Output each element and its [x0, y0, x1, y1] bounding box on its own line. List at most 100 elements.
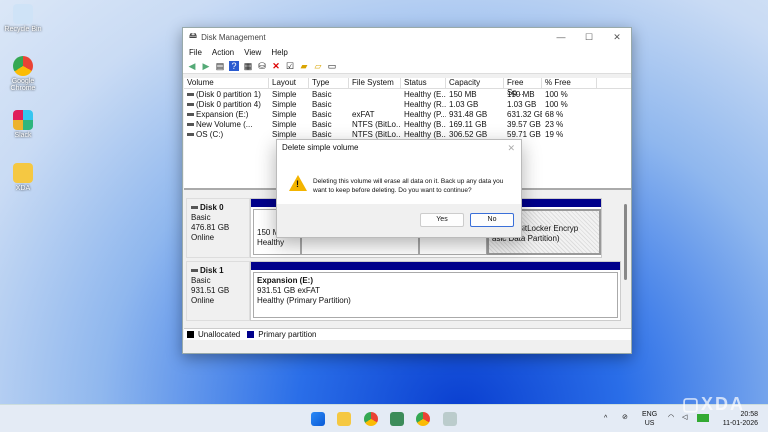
yes-button[interactable]: Yes — [420, 213, 464, 227]
cell: 19 % — [545, 130, 564, 139]
cell: Expansion (E:) — [184, 110, 269, 120]
partition-expansion-e[interactable]: Expansion (E:) 931.51 GB exFAT Healthy (Pr… — [253, 272, 618, 318]
disk-icon — [191, 206, 198, 210]
menu-action[interactable]: Action — [212, 48, 234, 57]
notifications-off-icon[interactable]: ⊘ — [622, 413, 628, 422]
start-icon[interactable] — [311, 412, 325, 426]
volume-icon — [187, 133, 194, 137]
desktop-icon-chrome[interactable]: Google Chrome — [4, 56, 42, 92]
forward-icon[interactable]: ▶ — [201, 61, 211, 71]
column-free-space[interactable]: Free Sp... — [504, 78, 542, 97]
disk-0-label[interactable]: Disk 0 Basic 476.81 GB Online — [186, 198, 250, 258]
column-layout[interactable]: Layout — [269, 78, 309, 88]
taskbar: ^ ⊘ ENG US ◠ ◁ 20:58 11-01-2026 — [0, 404, 768, 432]
cell: New Volume (... — [184, 120, 269, 130]
cell: Healthy (P... — [404, 110, 446, 119]
menu-view[interactable]: View — [244, 48, 261, 57]
title-bar: 🖴 Disk Management — ☐ ✕ — [183, 28, 631, 46]
volume-row[interactable]: (Disk 0 partition 4) Simple Basic Healthy (… — [184, 100, 631, 110]
wifi-icon[interactable]: ◠ — [668, 413, 674, 422]
column-type[interactable]: Type — [309, 78, 349, 88]
close-button[interactable]: ✕ — [603, 32, 631, 43]
battery-icon[interactable] — [697, 414, 709, 422]
cell: 150 MB — [507, 90, 535, 99]
volume-icon — [187, 123, 194, 127]
column-percent-free[interactable]: % Free — [542, 78, 597, 88]
language-indicator[interactable]: ENG US — [642, 410, 657, 428]
cell: 631.32 GB — [507, 110, 542, 119]
cell: Basic — [312, 90, 332, 99]
chrome-taskbar-icon[interactable] — [364, 412, 378, 426]
legend: Unallocated Primary partition — [184, 328, 631, 340]
desktop-icon-xda[interactable]: XDA — [4, 163, 42, 192]
file-explorer-icon[interactable] — [337, 412, 351, 426]
cell: Basic — [312, 100, 332, 109]
unallocated-swatch — [187, 331, 194, 338]
cell: OS (C:) — [184, 130, 269, 140]
disk-management-icon: 🖴 — [189, 31, 198, 40]
dialog-close-icon[interactable]: ✕ — [507, 143, 515, 154]
folder-icon — [13, 163, 33, 183]
minimize-button[interactable]: — — [547, 32, 575, 43]
cell: 1.03 GB — [507, 100, 537, 109]
toolbar: ◀ ▶ ▤ ? ▦ ⛁ ✕ ☑ ▰ ▱ ▭ — [183, 59, 631, 74]
console-tree-icon[interactable]: ▤ — [215, 61, 225, 71]
show-hidden-icons[interactable]: ^ — [604, 414, 607, 423]
volume-row[interactable]: New Volume (... Simple Basic NTFS (BitLo...… — [184, 120, 631, 130]
cell: (Disk 0 partition 1) — [184, 90, 269, 100]
disk-1-label[interactable]: Disk 1 Basic 931.51 GB Online — [186, 261, 250, 321]
cell: 100 % — [545, 100, 568, 109]
dialog-message: Deleting this volume will erase all data… — [313, 178, 504, 194]
volume-list-header: Volume Layout Type File System Status Ca… — [184, 78, 631, 97]
notepad-icon[interactable] — [390, 412, 404, 426]
column-file-system[interactable]: File System — [349, 78, 401, 88]
column-volume[interactable]: Volume — [184, 78, 269, 88]
help-icon[interactable]: ? — [229, 61, 239, 71]
column-capacity[interactable]: Capacity — [446, 78, 504, 88]
dialog-title: Delete simple volume — [282, 143, 359, 152]
column-status[interactable]: Status — [401, 78, 446, 88]
xda-watermark: ▢XDA — [682, 394, 746, 414]
view-icon[interactable]: ▭ — [327, 61, 337, 71]
delete-volume-dialog: Delete simple volume ✕ ! Deleting this v… — [276, 139, 522, 238]
cell: Simple — [272, 90, 297, 99]
check-icon[interactable]: ☑ — [285, 61, 295, 71]
cell: Basic — [312, 120, 332, 129]
connect-disk-icon[interactable]: ⛁ — [257, 61, 267, 71]
cell: exFAT — [352, 110, 375, 119]
folder-icon[interactable]: ▰ — [299, 61, 309, 71]
no-button[interactable]: No — [470, 213, 514, 227]
menu-file[interactable]: File — [189, 48, 202, 57]
menu-help[interactable]: Help — [271, 48, 287, 57]
disk-management-taskbar-icon[interactable] — [443, 412, 457, 426]
back-icon[interactable]: ◀ — [187, 61, 197, 71]
cell: 1.03 GB — [449, 100, 479, 109]
cell: Simple — [272, 110, 297, 119]
primary-partition-swatch — [247, 331, 255, 338]
chrome-icon — [13, 56, 33, 76]
menu-bar: File Action View Help — [183, 46, 631, 59]
maximize-button[interactable]: ☐ — [575, 32, 603, 43]
vertical-scrollbar[interactable] — [624, 204, 627, 280]
window-title: Disk Management — [201, 32, 266, 42]
volume-row[interactable]: Expansion (E:) Simple Basic exFAT Healthy (P… — [184, 110, 631, 120]
cell — [349, 100, 401, 110]
cell: NTFS (BitLo... — [352, 120, 401, 129]
warning-icon: ! — [289, 175, 307, 191]
disk-icon — [191, 269, 198, 273]
disk-1-partitions: Expansion (E:) 931.51 GB exFAT Healthy (Pr… — [250, 261, 621, 321]
desktop-icon-slack[interactable]: Slack — [4, 110, 42, 139]
cell: Simple — [272, 120, 297, 129]
delete-icon[interactable]: ✕ — [271, 61, 281, 71]
volume-row[interactable]: (Disk 0 partition 1) Simple Basic Healthy (… — [184, 90, 631, 100]
properties-icon[interactable]: ▦ — [243, 61, 253, 71]
chrome-profile-icon[interactable] — [416, 412, 430, 426]
cell: 39.57 GB — [507, 120, 541, 129]
open-icon[interactable]: ▱ — [313, 61, 323, 71]
desktop-icon-recycle-bin[interactable]: Recycle Bin — [4, 4, 42, 33]
cell: 169.11 GB — [449, 120, 487, 129]
cell: Healthy (E... — [404, 90, 446, 99]
recycle-bin-icon — [13, 4, 33, 24]
volume-icon — [187, 93, 194, 97]
cell — [349, 90, 401, 100]
